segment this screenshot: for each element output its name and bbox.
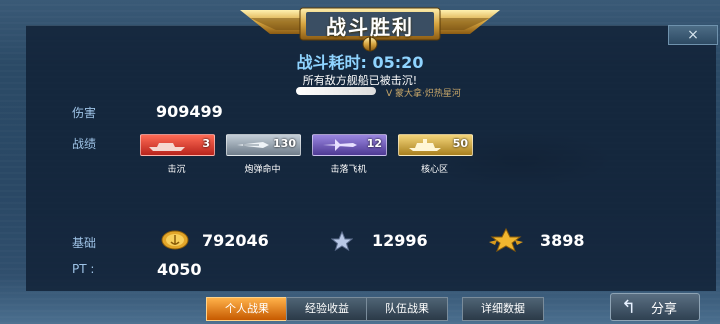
pt-label: PT :	[72, 262, 95, 276]
shell-icon	[237, 142, 269, 148]
battle-time: 战斗耗时: 05:20	[0, 49, 720, 73]
core-count: 50	[452, 137, 468, 150]
player-info: V 蒙大拿·炽热星河	[386, 89, 461, 99]
aircraft-badge: 12	[312, 134, 387, 156]
aircraft-count: 12	[366, 137, 382, 150]
share-arrow-icon: ↰	[621, 297, 637, 318]
sink-count: 3	[202, 137, 210, 150]
silver-star-value: 12996	[372, 231, 428, 250]
damage-value: 909499	[156, 102, 223, 121]
core-icon	[409, 139, 441, 151]
close-button[interactable]: ×	[668, 25, 718, 45]
pt-value: 4050	[157, 260, 202, 279]
banner-title: 战斗胜利	[326, 15, 414, 39]
sink-badge: 3	[140, 134, 215, 156]
ship-icon	[149, 143, 185, 151]
damage-label: 伤害	[72, 106, 97, 120]
battle-time-value: 05:20	[372, 53, 424, 72]
redacted-name	[296, 87, 376, 95]
silver-star-icon	[331, 231, 353, 251]
shell-hit-count: 130	[273, 137, 296, 150]
core-caption: 核心区	[420, 165, 448, 175]
close-icon: ×	[687, 27, 699, 43]
tab-detailed-data[interactable]: 详细数据	[462, 297, 544, 321]
sink-caption: 击沉	[167, 165, 186, 175]
record-label: 战绩	[72, 137, 97, 151]
gold-coin-icon	[161, 230, 189, 250]
gold-star-value: 3898	[540, 231, 585, 250]
gold-value: 792046	[202, 231, 269, 250]
base-label: 基础	[72, 236, 97, 250]
share-button[interactable]: ↰ 分享	[610, 293, 700, 321]
battle-time-label: 战斗耗时:	[296, 53, 367, 72]
victory-banner: 战斗胜利	[240, 4, 500, 52]
tab-experience-gain[interactable]: 经验收益	[286, 297, 368, 321]
core-badge: 50	[398, 134, 473, 156]
shell-hit-badge: 130	[226, 134, 301, 156]
result-message: 所有敌方舰船已被击沉!	[302, 74, 418, 87]
aircraft-icon	[323, 139, 357, 151]
share-label: 分享	[651, 302, 678, 317]
tab-team-results[interactable]: 队伍战果	[366, 297, 448, 321]
tab-personal-results[interactable]: 个人战果	[206, 297, 288, 321]
gold-star-icon	[489, 228, 523, 252]
shell-hit-caption: 炮弹命中	[244, 165, 281, 175]
aircraft-caption: 击落飞机	[330, 165, 367, 175]
